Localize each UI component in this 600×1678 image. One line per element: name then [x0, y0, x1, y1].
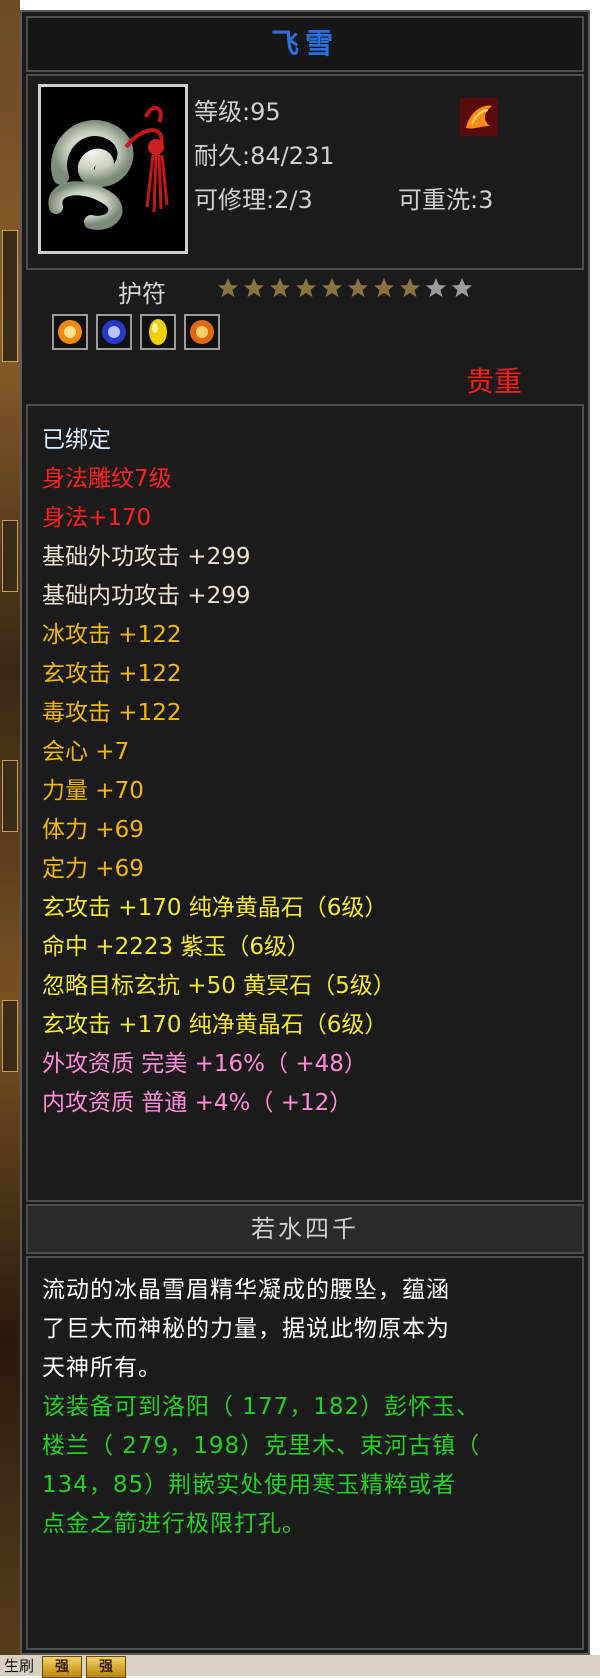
attribute-line: 已绑定 [42, 427, 111, 453]
attribute-line: 体力 +69 [42, 817, 144, 843]
bottom-toolbar: 生刷 强 强 [0, 1656, 127, 1678]
attribute-line: 会心 +7 [42, 739, 130, 765]
strengthen-button[interactable]: 强 [86, 1656, 127, 1678]
game-scene-left-edge [0, 0, 20, 1676]
attribute-line: 玄攻击 +170 纯净黄晶石（6级） [42, 1012, 388, 1038]
item-header: 等级:95 耐久:84/231 可修理:2/3 可重洗:3 [26, 74, 584, 270]
star-filled-icon [372, 276, 396, 304]
orange-gem-icon[interactable] [184, 314, 220, 350]
description-line: 了巨大而神秘的力量，据说此物原本为 [42, 1316, 450, 1342]
scene-slot [2, 1000, 18, 1072]
yellow-gem-icon[interactable] [140, 314, 176, 350]
star-empty-icon [450, 276, 474, 304]
star-filled-icon [242, 276, 266, 304]
attribute-line: 命中 +2223 紫玉（6级） [42, 934, 311, 960]
attribute-line: 内攻资质 普通 +4%（ +12） [42, 1090, 353, 1116]
star-filled-icon [320, 276, 344, 304]
attribute-line: 毒攻击 +122 [42, 700, 182, 726]
gem-sockets [52, 314, 220, 350]
star-filled-icon [216, 276, 240, 304]
description-line: 流动的冰晶雪眉精华凝成的腰坠，蕴涵 [42, 1277, 450, 1303]
attribute-line: 定力 +69 [42, 856, 144, 882]
item-rewash: 可重洗:3 [398, 186, 494, 214]
attribute-line: 外攻资质 完美 +16%（ +48） [42, 1051, 367, 1077]
item-type-row: 护符 贵重 [26, 272, 584, 400]
attribute-line: 玄攻击 +170 纯净黄晶石（6级） [42, 895, 388, 921]
scene-slot [2, 760, 18, 832]
star-filled-icon [294, 276, 318, 304]
attribute-line: 基础外功攻击 +299 [42, 544, 251, 570]
attribute-line: 基础内功攻击 +299 [42, 583, 251, 609]
item-name-plate-text: 若水四千 [251, 1215, 359, 1243]
attribute-line: 忽略目标玄抗 +50 黄冥石（5级） [42, 973, 396, 999]
description-line: 134，85）荆嵌实处使用寒玉精粹或者 [42, 1472, 457, 1498]
item-tooltip: 飞雪 等级:95 耐久:84/231 可修理:2/3 可重洗:3 护符 贵重 已… [20, 10, 590, 1655]
item-name-plate: 若水四千 [26, 1204, 584, 1254]
star-rating [216, 276, 474, 304]
attribute-line: 身法雕纹7级 [42, 466, 172, 492]
star-filled-icon [346, 276, 370, 304]
orange-gem-icon[interactable] [52, 314, 88, 350]
jade-pendant-icon[interactable] [38, 84, 188, 254]
item-title-bar: 飞雪 [26, 16, 584, 72]
bottom-toolbar-label: 生刷 [4, 1657, 35, 1675]
rarity-label: 贵重 [466, 365, 523, 398]
item-level: 等级:95 [194, 98, 281, 126]
star-filled-icon [268, 276, 292, 304]
item-type: 护符 [118, 280, 166, 308]
star-filled-icon [398, 276, 422, 304]
item-title: 飞雪 [270, 27, 339, 60]
attribute-line: 冰攻击 +122 [42, 622, 182, 648]
blue-gem-icon[interactable] [96, 314, 132, 350]
item-description: 流动的冰晶雪眉精华凝成的腰坠，蕴涵 了巨大而神秘的力量，据说此物原本为 天神所有… [26, 1256, 584, 1650]
attribute-line: 身法+170 [42, 505, 152, 531]
description-line: 楼兰（ 279，198）克里木、束河古镇（ [42, 1433, 481, 1459]
strengthen-button[interactable]: 强 [42, 1656, 83, 1678]
description-line: 该装备可到洛阳（ 177，182）彭怀玉、 [42, 1394, 481, 1420]
attribute-line: 玄攻击 +122 [42, 661, 182, 687]
attribute-line: 力量 +70 [42, 778, 144, 804]
phoenix-feather-icon [460, 98, 498, 136]
item-repairable: 可修理:2/3 [194, 186, 313, 214]
star-empty-icon [424, 276, 448, 304]
description-line: 点金之箭进行极限打孔。 [42, 1511, 306, 1537]
description-line: 天神所有。 [42, 1355, 162, 1381]
scene-slot [2, 520, 18, 592]
attribute-list: 已绑定 身法雕纹7级 身法+170 基础外功攻击 +299 基础内功攻击 +29… [26, 404, 584, 1202]
item-durability: 耐久:84/231 [194, 142, 335, 170]
scene-slot [2, 230, 18, 362]
